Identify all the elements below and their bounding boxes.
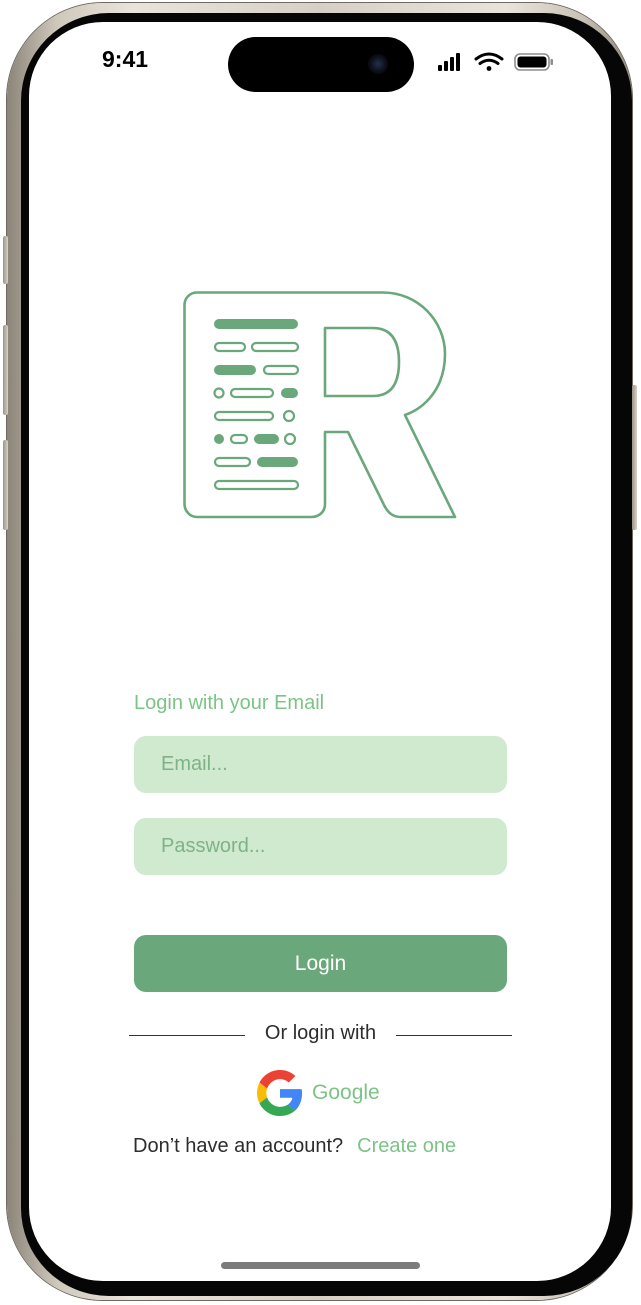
home-indicator[interactable] <box>221 1262 420 1269</box>
divider-line-left <box>129 1035 245 1036</box>
status-time: 9:41 <box>102 46 149 72</box>
divider-line-right <box>396 1035 512 1036</box>
signup-row: Don’t have an account? Create one <box>133 1135 456 1158</box>
create-account-link[interactable]: Create one <box>357 1135 456 1157</box>
google-login-button[interactable]: Google <box>257 1069 380 1117</box>
password-field[interactable] <box>134 818 507 875</box>
divider-text: Or login with <box>264 1022 377 1044</box>
cellular-signal-icon <box>438 53 460 71</box>
battery-icon <box>514 53 553 71</box>
login-button[interactable]: Login <box>134 935 507 992</box>
action-button <box>3 236 8 284</box>
volume-down-button <box>3 440 8 530</box>
power-button <box>632 385 637 530</box>
status-icons <box>438 52 553 71</box>
signup-prompt: Don’t have an account? <box>133 1135 344 1157</box>
google-icon <box>257 1070 303 1116</box>
wifi-icon <box>474 52 504 71</box>
volume-up-button <box>3 325 8 415</box>
app-logo <box>183 291 457 519</box>
email-field[interactable] <box>134 736 507 793</box>
front-camera-icon <box>368 54 388 74</box>
google-label: Google <box>312 1081 380 1104</box>
login-heading: Login with your Email <box>134 692 325 714</box>
